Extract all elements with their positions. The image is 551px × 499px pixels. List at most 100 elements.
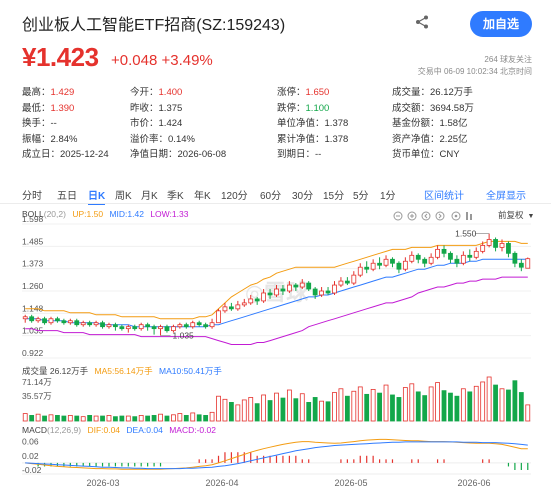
quote-row: 振幅：2.84% 溢价率：0.14% 累计净值：1.378 资产净值：2.25亿 <box>22 131 537 145</box>
quote-value: 1.378 <box>324 118 349 129</box>
period-tab[interactable]: 30分 <box>292 187 313 202</box>
change-percent: +3.49% <box>161 52 213 69</box>
candle-body <box>119 326 125 330</box>
volume-bar <box>177 413 183 422</box>
candle-body <box>454 258 460 264</box>
quote-cell: 成交额：3694.58万 <box>392 100 474 114</box>
volume-bar <box>248 397 254 422</box>
volume-bar <box>171 414 176 422</box>
period-tab[interactable]: 周K <box>115 187 132 202</box>
volume-bar <box>312 397 318 422</box>
candle-body <box>125 326 131 330</box>
volume-bar <box>203 415 209 422</box>
candle-body <box>383 258 389 266</box>
divider <box>0 203 551 204</box>
volume-bar <box>473 385 479 422</box>
zoom-in-icon[interactable] <box>407 211 417 221</box>
price-tick: 1.260 <box>22 281 44 291</box>
adjust-dropdown[interactable]: 前复权 ▼ <box>498 209 538 221</box>
candle-body <box>171 326 176 332</box>
quote-value: 0.14% <box>168 133 195 145</box>
quote-cell: 溢价率：0.14% <box>130 131 195 145</box>
volume-bar <box>512 380 518 422</box>
fullscreen-link[interactable]: 全屏显示 <box>486 187 526 202</box>
candle-body <box>512 252 518 264</box>
volume-label: 成交量 26.12万手 <box>22 366 89 376</box>
move-left-icon[interactable] <box>421 211 431 221</box>
boll-low: LOW:1.33 <box>150 209 189 219</box>
quote-value: 1.375 <box>158 102 183 114</box>
period-tab[interactable]: 1分 <box>380 187 396 202</box>
candle-body <box>229 306 234 310</box>
settings-icon[interactable] <box>451 211 461 221</box>
period-tab[interactable]: 季K <box>167 187 184 202</box>
candle-body <box>325 290 331 294</box>
period-tab[interactable]: 5分 <box>353 187 369 202</box>
volume-bar <box>254 403 260 422</box>
volume-bar <box>441 390 447 422</box>
period-tab[interactable]: 分时 <box>22 187 42 202</box>
move-right-icon[interactable] <box>435 211 445 221</box>
volume-bar <box>183 415 189 422</box>
candle-body <box>493 239 498 248</box>
volume-bar <box>267 400 273 422</box>
quote-row: 换手：-- 市价：1.424 单位净值：1.378 基金份额：1.58亿 <box>22 115 537 129</box>
candle-body <box>319 290 324 296</box>
candle-body <box>396 262 402 270</box>
quote-label: 成交量： <box>392 87 431 98</box>
quote-cell: 跌停：1.100 <box>277 100 329 114</box>
volume-bar <box>454 395 460 422</box>
volume-bar <box>428 386 434 422</box>
volume-bar <box>241 399 247 422</box>
volume-bar <box>402 387 408 422</box>
quote-cell: 今开：1.400 <box>130 84 182 98</box>
candle-body <box>448 252 453 260</box>
candle-body <box>61 320 67 324</box>
period-tab[interactable]: 年K <box>194 187 211 202</box>
quote-value: 3694.58万 <box>430 102 474 114</box>
period-tab[interactable]: 五日 <box>57 187 77 202</box>
price-tick: 1.373 <box>22 259 44 269</box>
period-tab[interactable]: 60分 <box>260 187 281 202</box>
candle-body <box>74 320 80 326</box>
volume-bar <box>286 389 292 422</box>
period-tab[interactable]: 120分 <box>221 187 248 202</box>
volume-bar <box>151 415 157 422</box>
period-tabs: 分时 五日 日K 周K 月K 季K 年K 120分 60分 30分 15分 5分 1分 区间统计 全屏显示 <box>22 187 537 205</box>
volume-bar <box>190 412 196 422</box>
share-icon[interactable] <box>414 14 430 30</box>
candle-body <box>196 322 202 326</box>
candle-body <box>409 254 415 262</box>
chart-type-icon[interactable] <box>466 212 472 220</box>
candle-body <box>67 320 73 324</box>
price-tick: 0.922 <box>22 348 44 358</box>
period-tab[interactable]: 15分 <box>323 187 344 202</box>
volume-bar <box>261 394 267 422</box>
volume-bar <box>22 413 28 422</box>
security-title: 创业板人工智能ETF招商(SZ:159243) <box>22 17 286 34</box>
period-tab[interactable]: 月K <box>141 187 158 202</box>
zoom-out-icon[interactable] <box>393 211 403 221</box>
volume-bar <box>55 415 60 422</box>
candle-body <box>486 239 492 246</box>
candle-body <box>209 322 215 328</box>
followers-count: 264 球友关注 <box>484 55 532 64</box>
add-watchlist-button[interactable]: 加自选 <box>470 11 532 37</box>
quote-cell: 最高：1.429 <box>22 84 74 98</box>
x-tick: 2026-06 <box>457 478 490 488</box>
volume-bar <box>344 395 350 422</box>
quote-cell: 成交量：26.12万手 <box>392 84 473 98</box>
candle-body <box>267 292 273 296</box>
quote-label: 资产净值： <box>392 133 440 145</box>
volume-bar <box>42 415 47 422</box>
range-stats-link[interactable]: 区间统计 <box>424 187 464 202</box>
boll-legend: BOLL(20,2) UP:1.50 MID:1.42 LOW:1.33 <box>22 209 192 219</box>
candle-body <box>286 284 292 292</box>
candle-body <box>428 256 434 264</box>
candle-body <box>113 324 118 328</box>
quote-label: 跌停： <box>277 102 306 114</box>
quote-row: 最低：1.390 昨收：1.375 跌停：1.100 成交额：3694.58万 <box>22 100 537 114</box>
quote-label: 昨收： <box>130 102 159 114</box>
candle-body <box>145 324 151 328</box>
quote-value: 2.25亿 <box>439 133 468 145</box>
